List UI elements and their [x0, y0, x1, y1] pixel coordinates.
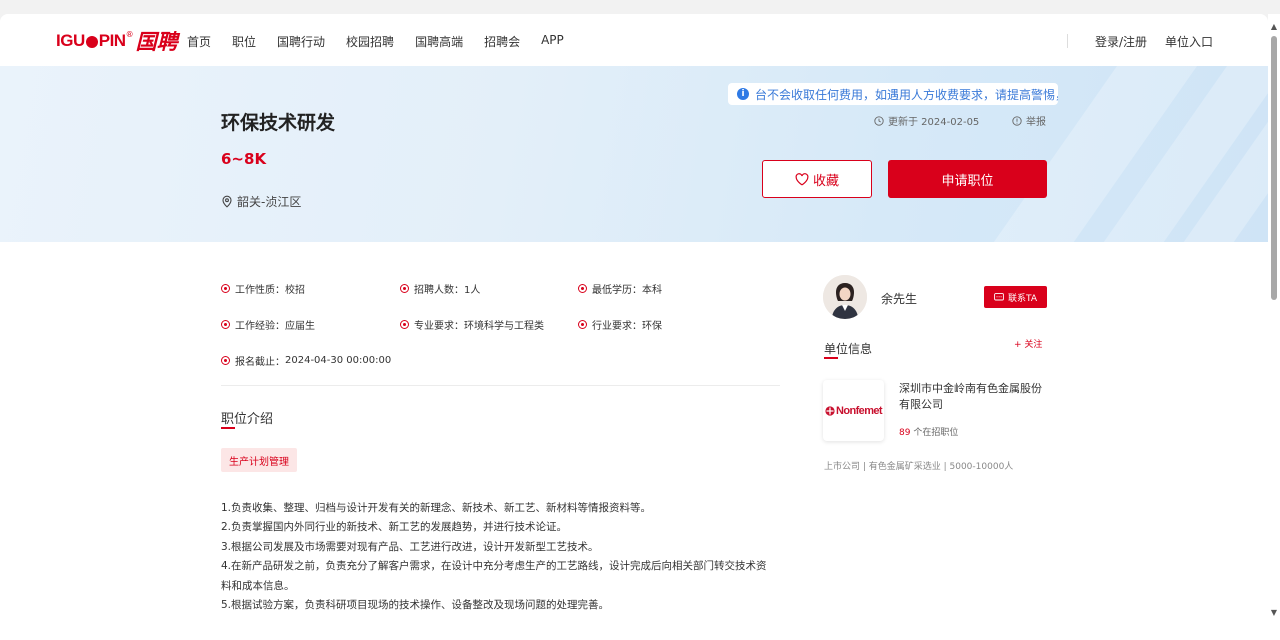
bullet-icon: [221, 320, 230, 329]
info-icon: i: [737, 88, 749, 100]
open-jobs-label: 个在招职位: [910, 428, 959, 438]
detail-experience: 工作经验： 应届生: [221, 317, 315, 332]
job-description: 1.负责收集、整理、归档与设计开发有关的新理念、新技术、新工艺、新材料等情报资料…: [221, 499, 773, 615]
detail-value: 应届生: [285, 321, 315, 332]
detail-label: 招聘人数：: [414, 285, 464, 296]
company-logo[interactable]: Nonfemet: [823, 380, 884, 441]
recruiter-avatar: [823, 275, 867, 319]
recruiter-name: 余先生: [881, 292, 918, 306]
detail-label: 行业要求：: [592, 321, 642, 332]
company-logo-text: Nonfemet: [836, 404, 883, 417]
detail-job-type: 工作性质： 校招: [221, 281, 305, 296]
heading-underline: [221, 427, 235, 429]
detail-label: 工作经验：: [235, 321, 285, 332]
nav-campus[interactable]: 校园招聘: [346, 33, 394, 50]
apply-button[interactable]: 申请职位: [888, 160, 1047, 198]
alert-icon: [1012, 115, 1022, 126]
company-open-jobs[interactable]: 89 个在招职位: [899, 425, 958, 438]
detail-label: 工作性质：: [235, 285, 285, 296]
person-avatar-icon: [823, 275, 867, 319]
detail-education: 最低学历： 本科: [578, 281, 662, 296]
job-location-text: 韶关-浈江区: [237, 195, 302, 209]
updated-date-text: 更新于 2024-02-05: [888, 117, 980, 128]
bullet-icon: [400, 320, 409, 329]
contact-button-label: 联系TA: [1008, 293, 1037, 304]
company-emblem-icon: [825, 405, 835, 416]
scrollbar-thumb[interactable]: [1271, 36, 1277, 300]
detail-label: 最低学历：: [592, 285, 642, 296]
job-intro-heading: 职位介绍: [221, 412, 274, 427]
detail-label: 报名截止：: [235, 357, 285, 368]
detail-industry: 行业要求： 环保: [578, 317, 662, 332]
detail-value: 1人: [464, 285, 481, 296]
scroll-down-arrow-icon[interactable]: ▼: [1271, 608, 1277, 617]
description-line: 3.根据公司发展及市场需要对现有产品、工艺进行改进，设计开发新型工艺技术。: [221, 540, 599, 553]
bullet-icon: [221, 356, 230, 365]
logo-dot-icon: [85, 36, 98, 48]
fraud-notice: i 台不会收取任何费用，如遇用人方收费要求，请提高警惕，谨: [728, 83, 1058, 105]
report-link-text: 举报: [1026, 117, 1046, 128]
description-line: 1.负责收集、整理、归档与设计开发有关的新理念、新技术、新工艺、新材料等情报资料…: [221, 502, 652, 514]
company-name[interactable]: 深圳市中金岭南有色金属股份有限公司: [899, 381, 1049, 413]
job-category-tag: 生产计划管理: [221, 448, 297, 472]
logo-registered-mark: ®: [125, 29, 134, 39]
job-location: 韶关-浈江区: [221, 193, 301, 210]
detail-value: 本科: [642, 285, 662, 296]
bullet-icon: [578, 320, 587, 329]
nav-jobs[interactable]: 职位: [232, 33, 256, 50]
detail-value: 环境科学与工程类: [464, 321, 544, 332]
detail-value: 校招: [285, 285, 305, 296]
updated-date: 更新于 2024-02-05: [874, 113, 979, 128]
follow-button[interactable]: + 关注: [1014, 337, 1042, 350]
detail-headcount: 招聘人数： 1人: [400, 281, 480, 296]
section-divider: [221, 385, 780, 386]
bullet-icon: [400, 284, 409, 293]
logo-text-cn: 国聘: [135, 29, 178, 54]
job-banner: 环保技术研发 6~8K 韶关-浈江区 i 台不会收取任何费用，如遇用人方收费要求…: [0, 66, 1268, 242]
logo-text-latin-2: PIN: [98, 31, 126, 50]
bullet-icon: [221, 284, 230, 293]
description-line: 5.根据试验方案，负责科研项目现场的技术操作、设备整改及现场问题的处理完善。: [221, 599, 610, 612]
description-line: 4.在新产品研发之前，负责充分了解客户需求，在设计中充分考虑生产的工艺路线，设计…: [221, 560, 767, 592]
detail-major: 专业要求： 环境科学与工程类: [400, 317, 544, 332]
nav-home[interactable]: 首页: [187, 33, 211, 50]
company-logo-mark: Nonfemet: [825, 404, 883, 417]
favorite-button[interactable]: 收藏: [762, 160, 872, 198]
favorite-button-label: 收藏: [812, 173, 839, 189]
contact-button[interactable]: 联系TA: [984, 286, 1047, 308]
heart-icon: [795, 172, 809, 186]
chat-icon: [994, 292, 1004, 300]
nav-senior[interactable]: 国聘高端: [415, 33, 463, 50]
detail-value: 2024-04-30 00:00:00: [285, 355, 392, 366]
nav-guopin-action[interactable]: 国聘行动: [277, 33, 325, 50]
detail-value: 环保: [642, 321, 662, 332]
nav-app[interactable]: APP: [541, 33, 564, 50]
main-nav: 首页 职位 国聘行动 校园招聘 国聘高端 招聘会 APP: [187, 33, 585, 50]
scroll-up-arrow-icon[interactable]: ▲: [1271, 22, 1277, 31]
open-jobs-count: 89: [899, 428, 911, 438]
heading-underline: [824, 357, 838, 359]
company-info-heading: 单位信息: [824, 342, 873, 356]
report-link[interactable]: 举报: [1012, 113, 1046, 128]
logo-text-latin: IGU: [56, 31, 85, 50]
employer-entry-link[interactable]: 单位入口: [1165, 33, 1213, 50]
fraud-notice-text: 台不会收取任何费用，如遇用人方收费要求，请提高警惕，谨: [755, 87, 1058, 102]
nav-job-fair[interactable]: 招聘会: [484, 33, 520, 50]
detail-deadline: 报名截止： 2024-04-30 00:00:00: [221, 353, 391, 368]
header-divider: [1067, 34, 1068, 48]
login-link[interactable]: 登录/注册: [1095, 33, 1147, 50]
browser-page: IGU PIN ® 国聘 首页 职位 国聘行动 校园招聘 国聘高端 招聘会 AP…: [0, 14, 1268, 640]
description-line: 2.负责掌握国内外同行业的新技术、新工艺的发展趋势，并进行技术论证。: [221, 521, 568, 534]
bullet-icon: [578, 284, 587, 293]
site-logo[interactable]: IGU PIN ® 国聘: [56, 26, 178, 56]
job-title: 环保技术研发: [221, 112, 336, 134]
clock-icon: [874, 115, 884, 126]
job-salary: 6~8K: [221, 150, 267, 168]
top-nav-bar: IGU PIN ® 国聘 首页 职位 国聘行动 校园招聘 国聘高端 招聘会 AP…: [0, 14, 1268, 66]
location-pin-icon: [222, 195, 232, 208]
company-meta: 上市公司 | 有色金属矿采选业 | 5000-10000人: [824, 462, 1014, 472]
detail-label: 专业要求：: [414, 321, 464, 332]
